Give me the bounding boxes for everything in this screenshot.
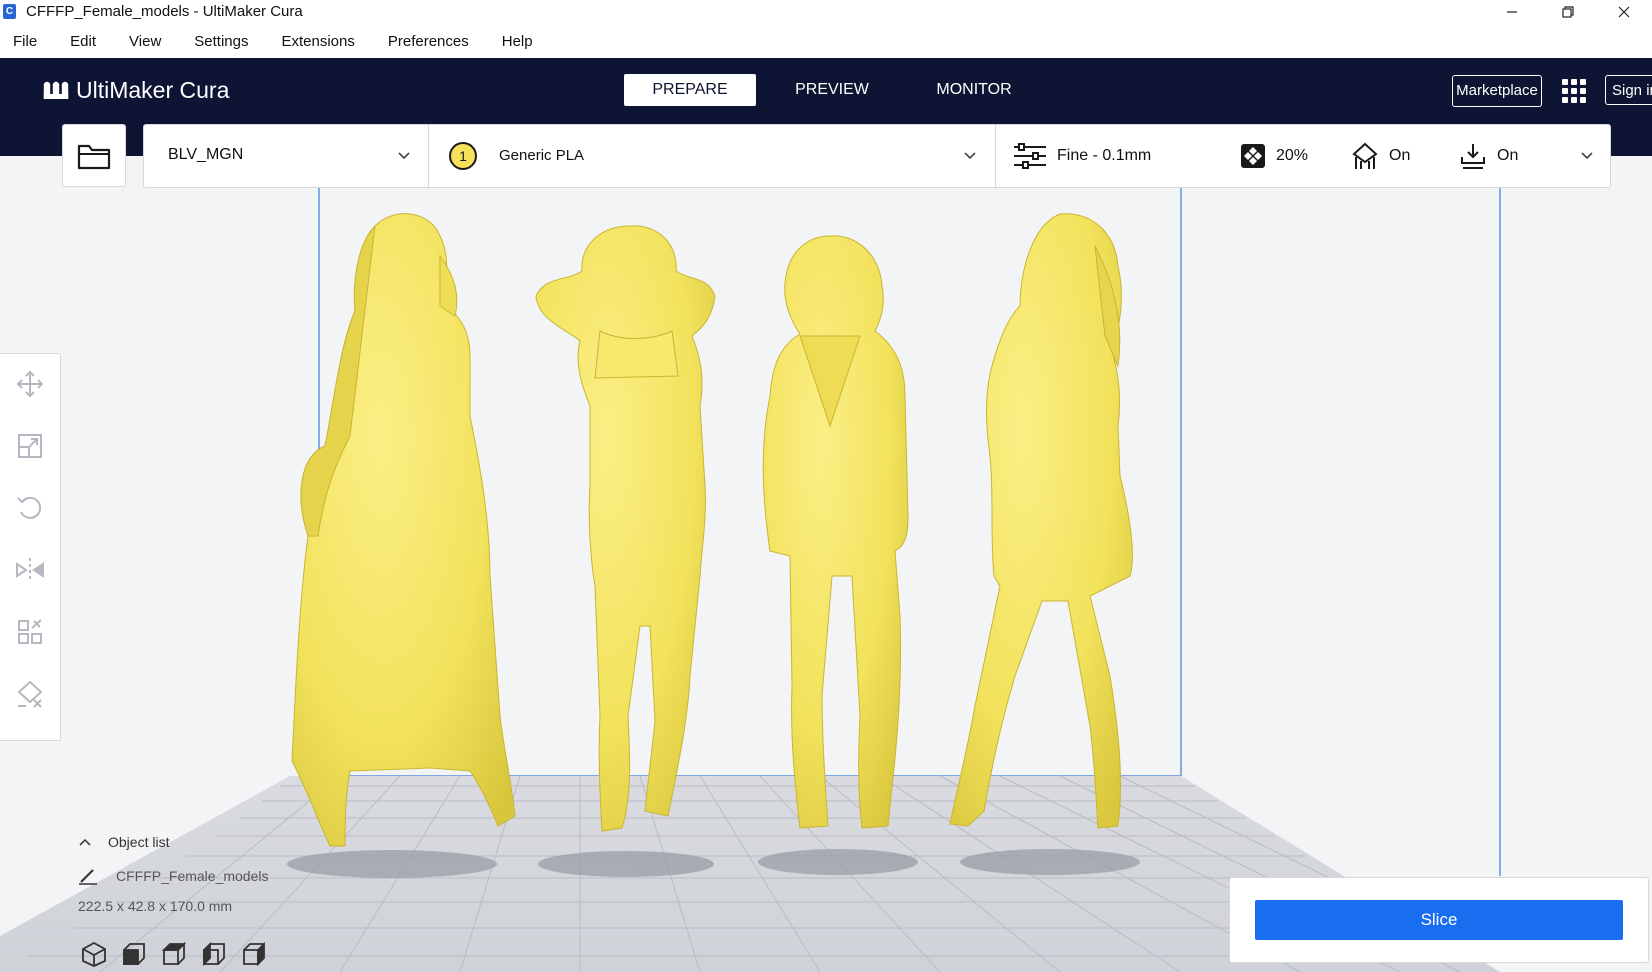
3d-viewport[interactable]: Object list CFFFP_Female_models 222.5 x … — [0, 156, 1652, 972]
left-view-icon[interactable] — [200, 940, 228, 968]
ultimaker-logo: UltiMaker Cura — [42, 77, 229, 104]
menu-help[interactable]: Help — [502, 33, 533, 50]
minimize-button[interactable] — [1484, 0, 1540, 24]
adhesion-icon — [1461, 144, 1485, 169]
adhesion-label: On — [1497, 147, 1519, 164]
menu-bar: File Edit View Settings Extensions Prefe… — [0, 24, 1652, 58]
marketplace-button[interactable]: Marketplace — [1452, 75, 1542, 107]
rotate-tool-icon[interactable] — [14, 492, 46, 524]
print-setup-bar: BLV_MGN 1 Generic PLA Fine - 0.1mm 20% O… — [143, 124, 1611, 188]
mirror-tool-icon[interactable] — [14, 554, 46, 586]
material-selector[interactable]: 1 Generic PLA — [428, 125, 996, 187]
tab-preview[interactable]: PREVIEW — [766, 74, 898, 106]
chevron-down-icon — [398, 152, 410, 160]
front-view-icon[interactable] — [120, 940, 148, 968]
per-model-settings-tool-icon[interactable] — [14, 616, 46, 648]
top-view-icon[interactable] — [160, 940, 188, 968]
printer-name: BLV_MGN — [168, 146, 244, 163]
print-settings-summary[interactable]: Fine - 0.1mm 20% On On — [995, 125, 1610, 187]
move-tool-icon[interactable] — [14, 368, 46, 400]
sliders-icon — [1014, 143, 1046, 169]
object-name: CFFFP_Female_models — [116, 868, 269, 884]
action-panel: Slice — [1229, 877, 1649, 963]
window-controls — [1484, 0, 1652, 24]
model-figure-1[interactable] — [291, 213, 516, 847]
adhesion-setting: On — [1459, 125, 1518, 187]
object-list-panel: Object list CFFFP_Female_models 222.5 x … — [78, 832, 338, 914]
chevron-down-icon — [964, 152, 976, 160]
close-icon — [1618, 6, 1630, 18]
infill-setting: 20% — [1240, 125, 1308, 187]
object-dimensions: 222.5 x 42.8 x 170.0 mm — [78, 898, 233, 914]
restore-button[interactable] — [1540, 0, 1596, 24]
extruder-number: 1 — [459, 148, 467, 164]
window-titlebar: C CFFFP_Female_models - UltiMaker Cura — [0, 0, 1652, 24]
slice-button[interactable]: Slice — [1255, 900, 1623, 940]
support-blocker-tool-icon[interactable] — [14, 678, 46, 710]
support-label: On — [1389, 147, 1411, 164]
scale-tool-icon[interactable] — [14, 430, 46, 462]
chevron-down-icon[interactable] — [1580, 151, 1594, 161]
model-figure-4[interactable] — [949, 213, 1133, 829]
material-name: Generic PLA — [499, 147, 585, 164]
object-list-toggle[interactable]: Object list — [78, 832, 338, 852]
printer-selector[interactable]: BLV_MGN — [144, 125, 429, 187]
menu-edit[interactable]: Edit — [70, 33, 96, 50]
close-button[interactable] — [1596, 0, 1652, 24]
transform-toolbar — [0, 353, 61, 741]
ultimaker-logo-icon — [43, 81, 69, 99]
pencil-icon[interactable] — [78, 867, 98, 885]
infill-icon — [1241, 144, 1265, 168]
model-figure-3[interactable] — [762, 235, 909, 829]
support-icon — [1352, 142, 1378, 169]
menu-preferences[interactable]: Preferences — [388, 33, 469, 50]
chevron-up-icon — [79, 838, 91, 846]
model-figure-2[interactable] — [535, 225, 716, 832]
tab-monitor[interactable]: MONITOR — [908, 74, 1040, 106]
restore-icon — [1562, 6, 1574, 18]
apps-grid-icon[interactable] — [1560, 77, 1588, 105]
object-list-item[interactable]: CFFFP_Female_models — [78, 866, 338, 886]
menu-extensions[interactable]: Extensions — [281, 33, 354, 50]
minimize-icon — [1507, 11, 1517, 13]
tab-prepare[interactable]: PREPARE — [624, 74, 756, 106]
sign-in-button[interactable]: Sign in — [1605, 75, 1652, 105]
3d-view-icon[interactable] — [80, 940, 108, 968]
support-setting: On — [1351, 125, 1410, 187]
object-list-label: Object list — [108, 834, 170, 850]
menu-view[interactable]: View — [129, 33, 161, 50]
infill-label: 20% — [1276, 147, 1309, 164]
right-view-icon[interactable] — [240, 940, 268, 968]
menu-settings[interactable]: Settings — [194, 33, 248, 50]
logo-text: UltiMaker Cura — [76, 77, 230, 103]
cura-app-icon: C — [3, 4, 16, 19]
profile-label: Fine - 0.1mm — [1057, 147, 1152, 164]
folder-icon — [77, 144, 111, 169]
view-orientation-buttons — [80, 940, 280, 968]
profile-setting: Fine - 0.1mm — [1013, 125, 1151, 187]
menu-file[interactable]: File — [13, 33, 37, 50]
stage-tabs: PREPARE PREVIEW MONITOR — [624, 74, 1050, 106]
open-file-button[interactable] — [62, 124, 126, 187]
extruder-badge-icon: 1 — [449, 142, 477, 170]
window-title: CFFFP_Female_models - UltiMaker Cura — [26, 3, 303, 20]
